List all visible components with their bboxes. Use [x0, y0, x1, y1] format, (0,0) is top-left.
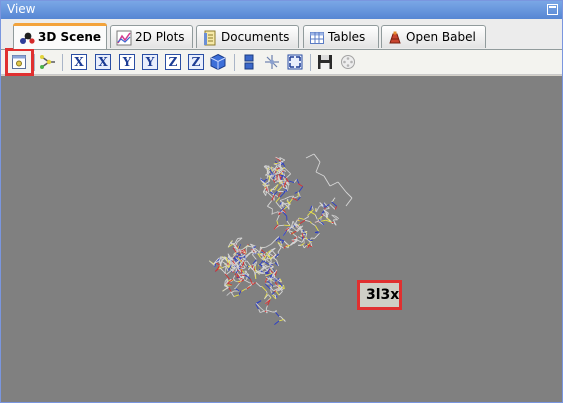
- maximize-button[interactable]: [547, 4, 558, 15]
- stacked-bars-icon: [244, 54, 254, 70]
- stereo-button[interactable]: [240, 53, 258, 71]
- view-x-axis-button[interactable]: X: [71, 54, 87, 70]
- pdb-id-text: 3l3x: [366, 287, 400, 303]
- film-reel-icon: [341, 55, 355, 69]
- tab-open-babel[interactable]: Open Babel: [381, 25, 486, 48]
- fit-to-view-button[interactable]: [286, 53, 304, 71]
- view-window: View 3D Scene 2D Plots Documents Tables …: [0, 0, 563, 403]
- tab-2d-plots[interactable]: 2D Plots: [110, 25, 193, 48]
- cube-icon: [210, 53, 226, 71]
- table-icon: [310, 32, 324, 44]
- highlight-box: [5, 48, 34, 76]
- toolbar-separator: [310, 54, 311, 71]
- tab-strip: 3D Scene 2D Plots Documents Tables Open …: [1, 19, 562, 49]
- view-z-axis-button[interactable]: Z: [165, 54, 181, 70]
- tab-documents[interactable]: Documents: [196, 25, 299, 48]
- atom-network-icon: [265, 55, 279, 69]
- pick-mode-button[interactable]: [39, 53, 57, 71]
- expand-icon: [287, 54, 303, 70]
- view-y-axis-button[interactable]: Y: [119, 54, 135, 70]
- view-neg-y-axis-button[interactable]: Y: [142, 54, 158, 70]
- save-image-button[interactable]: [316, 53, 334, 71]
- view-neg-x-axis-button[interactable]: X: [95, 54, 111, 70]
- view-neg-z-axis-button[interactable]: Z: [188, 54, 204, 70]
- tab-label: 3D Scene: [38, 30, 102, 44]
- perspective-button[interactable]: [209, 53, 227, 71]
- babel-icon: [389, 31, 401, 44]
- tab-label: 2D Plots: [135, 30, 185, 44]
- toolbar: X X Y Y Z Z: [1, 49, 562, 75]
- tab-3d-scene[interactable]: 3D Scene: [13, 23, 107, 49]
- rotate-button[interactable]: [263, 53, 281, 71]
- tab-label: Documents: [221, 30, 290, 44]
- toolbar-separator: [62, 54, 63, 71]
- document-icon: [204, 30, 216, 46]
- tab-label: Tables: [328, 30, 366, 44]
- floppy-disk-icon: [318, 55, 332, 69]
- 3d-scene-viewport[interactable]: [1, 76, 562, 402]
- tab-tables[interactable]: Tables: [303, 25, 379, 48]
- protein-structure-render[interactable]: [196, 146, 361, 331]
- chart-icon: [116, 30, 132, 46]
- toolbar-separator: [34, 54, 35, 71]
- pick-icon: [40, 55, 55, 69]
- title-bar: View: [1, 1, 562, 19]
- molecule-icon: [20, 32, 35, 44]
- toolbar-separator: [234, 54, 235, 71]
- tab-label: Open Babel: [406, 30, 476, 44]
- record-button[interactable]: [339, 53, 357, 71]
- pdb-id-label: 3l3x: [357, 280, 402, 310]
- window-title: View: [7, 2, 36, 16]
